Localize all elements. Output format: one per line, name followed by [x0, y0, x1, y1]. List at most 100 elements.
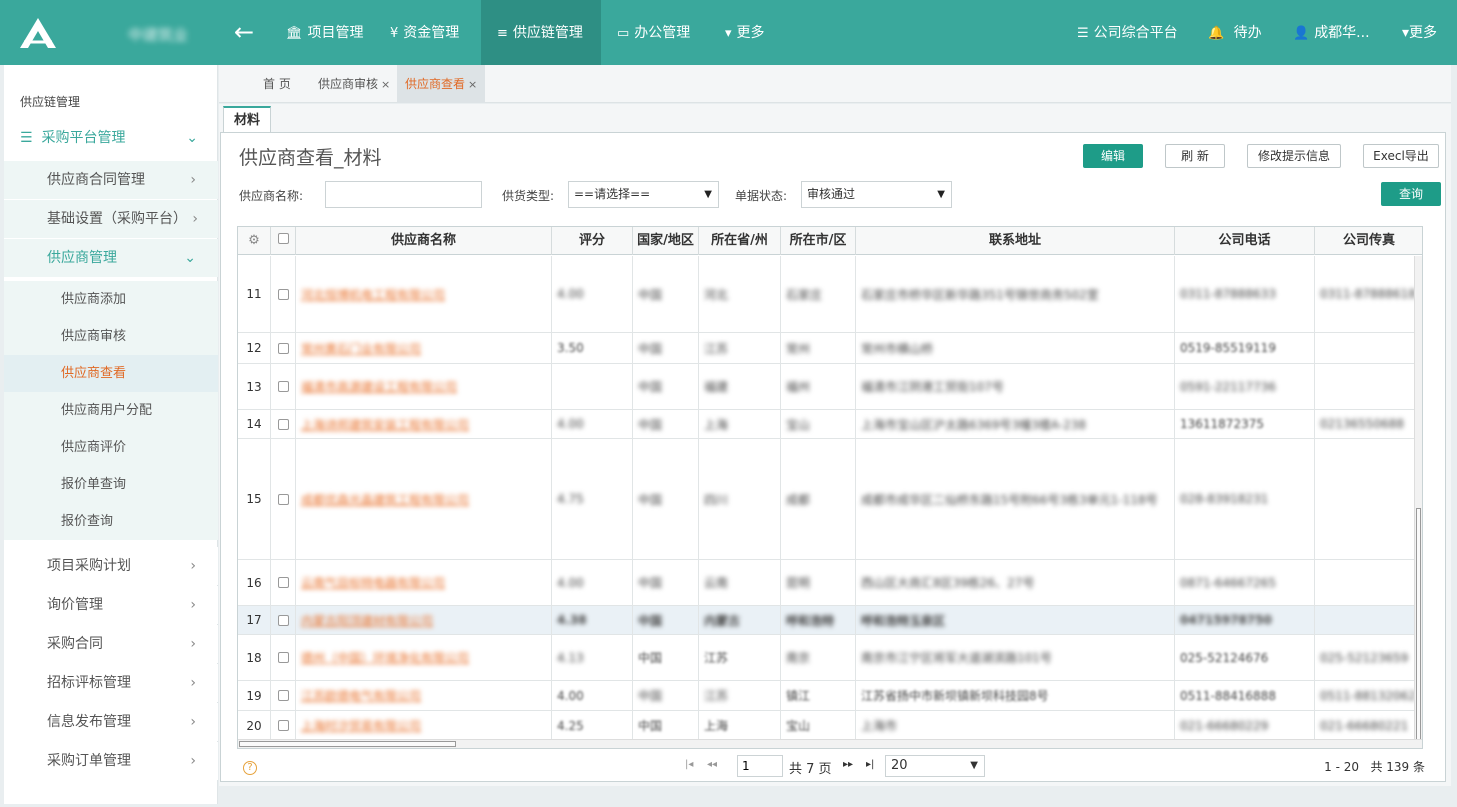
table-row[interactable]: 14 上海诗邦建筑安装工程有限公司 4.00 中国 上海 宝山 上海市宝山区沪太路6369号… [238, 410, 1422, 439]
table-row[interactable]: 18 德州（中国）环境净化有限公司 4.13 中国 江苏 南京 南京市江宁区将军大道湖滨路1… [238, 635, 1422, 681]
row-checkbox[interactable] [271, 364, 296, 409]
sidebar-item-supplier-contract[interactable]: 供应商合同管理 › [4, 161, 218, 199]
tab-home[interactable]: 首 页 [255, 65, 299, 103]
table-row[interactable]: 19 江苏欧德电气有限公司 4.00 中国 江苏 镇江 江苏省扬中市新坝镇新坝科技园8号 05… [238, 681, 1422, 711]
sidebar-item-bidding[interactable]: 招标评标管理 › [4, 664, 218, 702]
first-page-icon[interactable]: |◂ [685, 759, 693, 770]
supplier-name-link[interactable]: 福清市高源建设工程有限公司 [296, 364, 552, 409]
last-page-icon[interactable]: ▸| [866, 759, 874, 770]
sidebar-sub-quote-sheet-query[interactable]: 报价单查询 [4, 466, 218, 503]
table-row[interactable]: 12 常州黄石门业有限公司 3.50 中国 江苏 常州 常州市横山桥 0519-8551911… [238, 333, 1422, 364]
row-checkbox[interactable] [271, 560, 296, 605]
col-phone[interactable]: 公司电话 [1175, 227, 1315, 255]
nav-supply-chain[interactable]: ≡ 供应链管理 [481, 0, 601, 65]
tab-supplier-view[interactable]: 供应商查看 × [397, 65, 486, 103]
sidebar-sub-supplier-review[interactable]: 供应商审核 [4, 318, 218, 355]
row-checkbox[interactable] [271, 410, 296, 438]
prev-page-icon[interactable]: ◂◂ [707, 759, 717, 770]
table-row[interactable]: 15 成都优森光晶建筑工程有限公司 4.75 中国 四川 成都 成都市成华区二仙桥东路15号… [238, 439, 1422, 560]
supplier-name-link[interactable]: 内蒙古阳顶建材有限公司 [296, 606, 552, 634]
country-cell: 中国 [633, 333, 699, 363]
select-all-checkbox[interactable] [271, 227, 296, 255]
supplier-name-link[interactable]: 成都优森光晶建筑工程有限公司 [296, 439, 552, 559]
tab-supplier-review[interactable]: 供应商审核 × [310, 65, 398, 103]
nav-todo[interactable]: 🔔 待办 [1198, 0, 1272, 65]
sidebar-sub-supplier-evaluation[interactable]: 供应商评价 [4, 429, 218, 466]
col-province[interactable]: 所在省/州 [699, 227, 781, 255]
row-checkbox[interactable] [271, 635, 296, 680]
next-page-icon[interactable]: ▸▸ [843, 759, 853, 770]
sidebar-group-purchase-platform[interactable]: ☰ 采购平台管理 ⌄ [4, 119, 218, 157]
supplier-name-link[interactable]: 河北恒博机电工程有限公司 [296, 256, 552, 332]
page-number-input[interactable] [737, 755, 783, 777]
score-cell: 4.25 [552, 711, 633, 740]
nav-project-management[interactable]: 🏛 项目管理 [270, 0, 380, 65]
row-checkbox[interactable] [271, 439, 296, 559]
edit-button[interactable]: 编辑 [1083, 144, 1143, 168]
table-row[interactable]: 17 内蒙古阳顶建材有限公司 4.38 中国 内蒙古 呼和浩特 呼和浩特玉泉区 0471597… [238, 606, 1422, 635]
sidebar-item-inquiry[interactable]: 询价管理 › [4, 586, 218, 624]
close-icon[interactable]: × [381, 78, 390, 91]
row-checkbox[interactable] [271, 711, 296, 740]
export-button[interactable]: Execl导出 [1363, 144, 1439, 168]
supplier-name-link[interactable]: 上海时汐贸易有限公司 [296, 711, 552, 740]
nav-right-more[interactable]: ▾更多 [1392, 0, 1447, 65]
sidebar-item-purchase-order[interactable]: 采购订单管理 › [4, 742, 218, 780]
vertical-scrollbar[interactable] [1414, 256, 1422, 742]
gear-icon[interactable]: ⚙ [238, 227, 271, 255]
supplier-name-link[interactable]: 德州（中国）环境净化有限公司 [296, 635, 552, 680]
query-button[interactable]: 查询 [1381, 182, 1441, 206]
nav-fund-management[interactable]: ¥ 资金管理 [374, 0, 475, 65]
sidebar-sub-supplier-view[interactable]: 供应商查看 [4, 355, 218, 392]
logo-icon [18, 16, 58, 50]
supply-type-select[interactable]: ==请选择== ▼ [568, 181, 719, 208]
table-row[interactable]: 16 云南气目标特电器有限公司 4.00 中国 云南 昆明 西山区大商汇8区39栋26、27… [238, 560, 1422, 606]
sidebar-item-purchase-contract[interactable]: 采购合同 › [4, 625, 218, 663]
table-row[interactable]: 11 河北恒博机电工程有限公司 4.00 中国 河北 石家庄 石家庄市桥华区新华路351号锦… [238, 256, 1422, 333]
col-fax[interactable]: 公司传真 [1315, 227, 1422, 255]
col-score[interactable]: 评分 [552, 227, 633, 255]
col-city[interactable]: 所在市/区 [781, 227, 856, 255]
address-cell: 呼和浩特玉泉区 [856, 606, 1175, 634]
supplier-name-input[interactable] [325, 181, 482, 208]
close-icon[interactable]: × [468, 78, 477, 91]
country-cell: 中国 [633, 410, 699, 438]
table-row[interactable]: 20 上海时汐贸易有限公司 4.25 中国 上海 宝山 上海市 021-66680229 021… [238, 711, 1422, 741]
subtab-material[interactable]: 材料 [223, 106, 272, 133]
city-cell: 常州 [781, 333, 856, 363]
sidebar-item-basic-settings[interactable]: 基础设置（采购平台） › [4, 200, 218, 238]
caret-down-icon: ▼ [704, 189, 712, 200]
nav-company-platform[interactable]: ☰ 公司综合平台 [1067, 0, 1188, 65]
horizontal-scrollbar[interactable] [238, 739, 1422, 748]
col-supplier-name[interactable]: 供应商名称 [296, 227, 552, 255]
sidebar-item-project-purchase-plan[interactable]: 项目采购计划 › [4, 547, 218, 585]
nav-user[interactable]: 👤 成都华... [1283, 0, 1380, 65]
supplier-name-link[interactable]: 常州黄石门业有限公司 [296, 333, 552, 363]
sidebar-sub-quote-query[interactable]: 报价查询 [4, 503, 218, 540]
row-number: 14 [238, 410, 271, 438]
nav-more[interactable]: ▾ 更多 [709, 0, 781, 65]
sidebar-sub-supplier-add[interactable]: 供应商添加 [4, 281, 218, 318]
sidebar-sub-supplier-user-assign[interactable]: 供应商用户分配 [4, 392, 218, 429]
back-arrow-icon[interactable]: ← [232, 18, 256, 46]
col-country[interactable]: 国家/地区 [633, 227, 699, 255]
page-size-select[interactable]: 20 ▼ [885, 755, 985, 777]
doc-status-select[interactable]: 审核通过 ▼ [801, 181, 952, 208]
modify-tip-button[interactable]: 修改提示信息 [1247, 144, 1341, 168]
sidebar-item-supplier-management[interactable]: 供应商管理 ⌄ [4, 239, 218, 277]
country-cell: 中国 [633, 256, 699, 332]
sidebar-item-info-publish[interactable]: 信息发布管理 › [4, 703, 218, 741]
row-checkbox[interactable] [271, 256, 296, 332]
row-checkbox[interactable] [271, 681, 296, 710]
supplier-name-link[interactable]: 云南气目标特电器有限公司 [296, 560, 552, 605]
row-checkbox[interactable] [271, 333, 296, 363]
row-checkbox[interactable] [271, 606, 296, 634]
nav-office-management[interactable]: ▭ 办公管理 [601, 0, 706, 65]
supplier-name-link[interactable]: 上海诗邦建筑安装工程有限公司 [296, 410, 552, 438]
supplier-name-link[interactable]: 江苏欧德电气有限公司 [296, 681, 552, 710]
col-address[interactable]: 联系地址 [856, 227, 1175, 255]
refresh-button[interactable]: 刷 新 [1165, 144, 1225, 168]
help-icon[interactable]: ? [243, 761, 257, 775]
table-row[interactable]: 13 福清市高源建设工程有限公司 中国 福建 福州 福清市江阴港工贸街107号 0591-2… [238, 364, 1422, 410]
fax-cell [1315, 364, 1422, 409]
